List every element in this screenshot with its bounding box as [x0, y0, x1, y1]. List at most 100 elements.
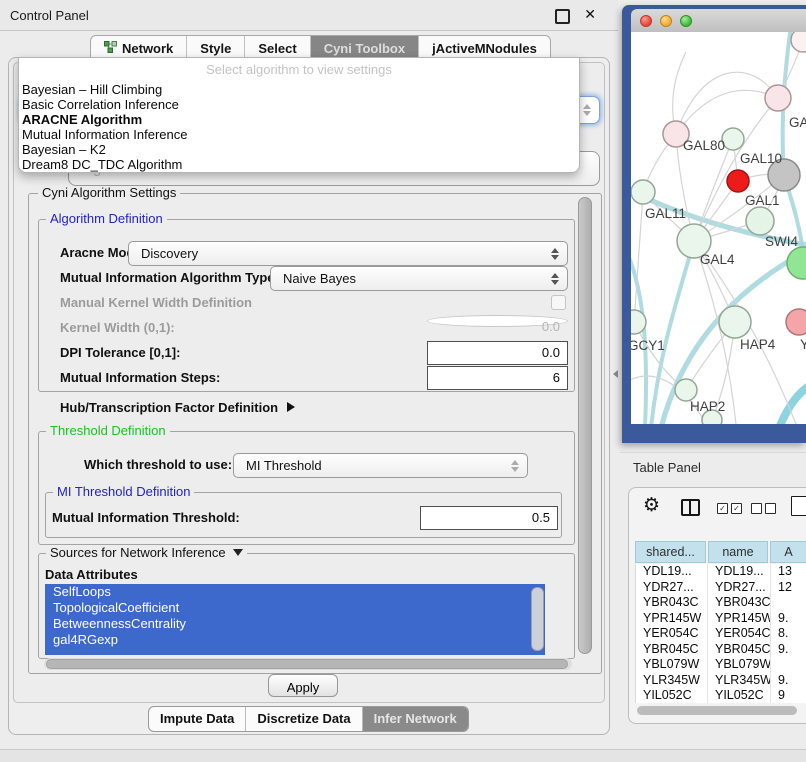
dpi-tolerance-field[interactable]: 0.0	[427, 341, 568, 365]
table-cell[interactable]: YER054C	[708, 626, 771, 642]
dropdown-item-aracne-algorithm[interactable]: ARACNE Algorithm	[19, 112, 579, 127]
mi-threshold-field[interactable]: 0.5	[420, 506, 558, 530]
bottom-tab-impute-data[interactable]: Impute Data	[149, 707, 246, 731]
table-cell[interactable]	[771, 595, 806, 611]
table-cell[interactable]: 9.	[771, 642, 806, 658]
node-label-swi4: SWI4	[765, 234, 798, 249]
table-cell[interactable]: YER054C	[636, 626, 708, 642]
dropdown-item-bayesian-k2[interactable]: Bayesian – K2	[19, 142, 579, 157]
table-cell[interactable]: YDL19...	[636, 564, 708, 580]
table-horizontal-scrollbar[interactable]	[637, 706, 797, 715]
table-row[interactable]: YBR045CYBR045C9.	[636, 642, 806, 658]
float-window-icon[interactable]	[555, 9, 570, 24]
panel-resize-arrow-icon[interactable]	[613, 370, 618, 378]
node-label-gal11: GAL11	[645, 206, 686, 221]
sources-group-title[interactable]: Sources for Network Inference	[46, 546, 247, 559]
network-node[interactable]	[727, 170, 749, 192]
split-columns-icon[interactable]	[681, 499, 700, 516]
dropdown-item-mutual-information-inference[interactable]: Mutual Information Inference	[19, 127, 579, 142]
network-node[interactable]	[791, 32, 806, 52]
dropdown-item-dream8-dc-tdc-algorithm[interactable]: Dream8 DC_TDC Algorithm	[19, 157, 579, 172]
column-header-a[interactable]: A	[770, 541, 806, 563]
table-cell[interactable]: 12	[771, 580, 806, 596]
minimize-traffic-light-icon[interactable]	[660, 15, 672, 27]
table-cell[interactable]: YIL052C	[636, 688, 708, 703]
select-all-checks-icon[interactable]: ✓✓	[717, 503, 742, 514]
table-cell[interactable]: YPR145W	[636, 611, 708, 627]
network-node[interactable]	[765, 85, 791, 111]
node-label-gal1: GAL1	[745, 193, 780, 208]
network-node[interactable]	[675, 379, 697, 401]
attribute-item-topologicalcoefficient[interactable]: TopologicalCoefficient	[45, 600, 545, 616]
table-cell[interactable]: YBR045C	[636, 642, 708, 658]
bottom-tab-discretize-data[interactable]: Discretize Data	[246, 707, 362, 731]
network-node[interactable]	[786, 309, 806, 335]
table-cell[interactable]: 9.	[771, 611, 806, 627]
network-node[interactable]	[631, 180, 655, 204]
mi-steps-field[interactable]: 6	[427, 366, 568, 390]
which-threshold-combo[interactable]: MI Threshold	[233, 453, 528, 478]
app-root: Control Panel ✕ NetworkStyleSelectCyni T…	[0, 0, 806, 762]
table-cell[interactable]: YDL19...	[708, 564, 771, 580]
table-row[interactable]: YLR345WYLR345W9.	[636, 673, 806, 689]
network-node[interactable]	[746, 207, 774, 235]
table-cell[interactable]: YBR043C	[708, 595, 771, 611]
table-cell[interactable]: YBR043C	[636, 595, 708, 611]
table-cell[interactable]: 9.	[771, 673, 806, 689]
attributes-list-scrollbar[interactable]	[531, 587, 544, 651]
table-cell[interactable]: YLR345W	[708, 673, 771, 689]
table-cell[interactable]: YDR27...	[636, 580, 708, 596]
hub-definition-expander[interactable]: Hub/Transcription Factor Definition	[60, 400, 295, 415]
network-window-titlebar[interactable]	[631, 9, 806, 33]
table-cell[interactable]: YBR045C	[708, 642, 771, 658]
dropdown-item-bayesian-hill-climbing[interactable]: Bayesian – Hill Climbing	[19, 82, 579, 97]
table-cell[interactable]: 8.	[771, 626, 806, 642]
table-cell[interactable]	[771, 657, 806, 673]
bottom-tab-infer-network[interactable]: Infer Network	[363, 707, 468, 731]
node-label-y: Y	[800, 337, 806, 352]
table-row[interactable]: YDL19...YDL19...13	[636, 564, 806, 580]
table-row[interactable]: YBL079WYBL079W	[636, 657, 806, 673]
table-row[interactable]: YIL052CYIL052C9	[636, 688, 806, 703]
mi-algorithm-type-combo[interactable]: Naive Bayes	[270, 266, 568, 291]
close-traffic-light-icon[interactable]	[640, 15, 652, 27]
column-header-shared[interactable]: shared...	[635, 541, 706, 563]
document-icon[interactable]	[791, 496, 806, 516]
table-cell[interactable]: YPR145W	[708, 611, 771, 627]
aracne-mode-combo[interactable]: Discovery	[128, 241, 568, 266]
table-row[interactable]: YBR043CYBR043C	[636, 595, 806, 611]
apply-button[interactable]: Apply	[268, 674, 338, 697]
column-header-name[interactable]: name	[708, 541, 768, 563]
settings-vertical-scrollbar[interactable]	[578, 197, 592, 654]
deselect-all-checks-icon[interactable]	[751, 503, 776, 514]
table-cell[interactable]: YIL052C	[708, 688, 771, 703]
network-node[interactable]	[722, 128, 744, 150]
table-row[interactable]: YPR145WYPR145W9.	[636, 611, 806, 627]
settings-horizontal-scrollbar[interactable]	[46, 659, 568, 669]
table-cell[interactable]: YBL079W	[708, 657, 771, 673]
dropdown-item-basic-correlation-inference[interactable]: Basic Correlation Inference	[19, 97, 579, 112]
network-node[interactable]	[787, 247, 806, 279]
manual-kernel-width-checkbox[interactable]	[551, 295, 566, 310]
table-cell[interactable]: 13	[771, 564, 806, 580]
table-row[interactable]: YER054CYER054C8.	[636, 626, 806, 642]
node-label-gal4: GAL4	[700, 252, 735, 267]
data-attributes-list[interactable]: SelfLoopsTopologicalCoefficientBetweenne…	[45, 584, 545, 655]
dropdown-placeholder: Select algorithm to view settings	[19, 58, 579, 82]
table-cell[interactable]: YDR27...	[708, 580, 771, 596]
table-row[interactable]: YDR27...YDR27...12	[636, 580, 806, 596]
node-label-hap2: HAP2	[690, 399, 725, 414]
network-node[interactable]	[719, 306, 751, 338]
table-cell[interactable]: 9	[771, 688, 806, 703]
table-cell[interactable]: YLR345W	[636, 673, 708, 689]
network-canvas[interactable]: GALGAL80GAL10GAL1GAL11SWI4GAL4GCY1HAP4YH…	[631, 32, 806, 424]
kernel-width-field[interactable]: 0.0	[427, 315, 568, 327]
bottom-status-strip	[0, 749, 806, 762]
settings-gear-icon[interactable]: ⚙	[643, 496, 660, 515]
attribute-item-gal4rgexp[interactable]: gal4RGexp	[45, 632, 545, 648]
close-panel-icon[interactable]: ✕	[584, 6, 596, 23]
attribute-item-betweennesscentrality[interactable]: BetweennessCentrality	[45, 616, 545, 632]
attribute-item-selfloops[interactable]: SelfLoops	[45, 584, 545, 600]
table-cell[interactable]: YBL079W	[636, 657, 708, 673]
zoom-traffic-light-icon[interactable]	[680, 15, 692, 27]
